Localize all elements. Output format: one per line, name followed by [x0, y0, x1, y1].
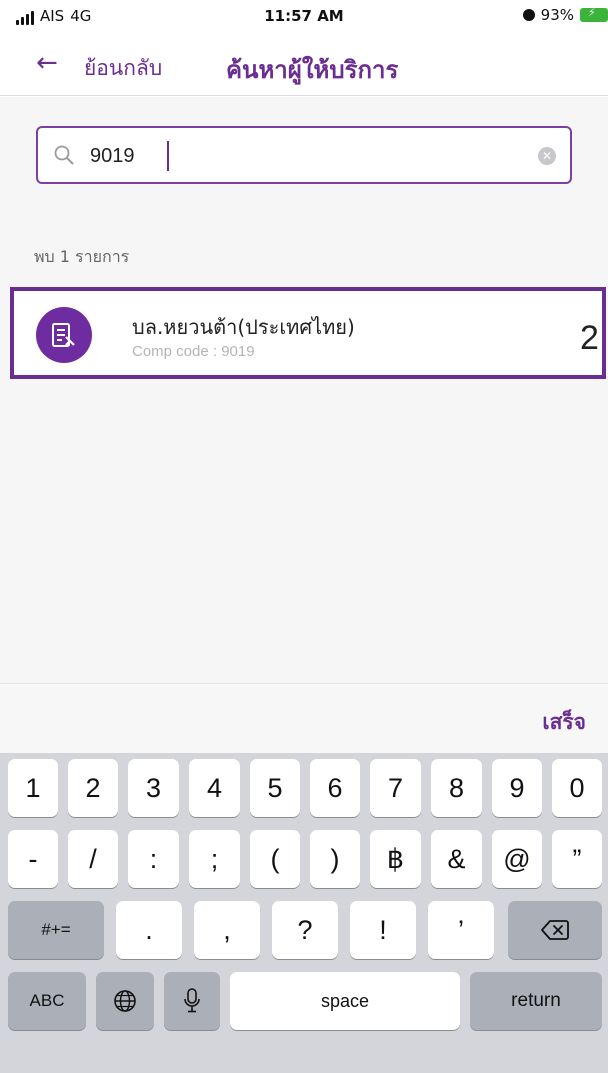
search-box[interactable]: ✕ [36, 126, 572, 184]
key-4[interactable]: 4 [189, 759, 240, 817]
abc-key[interactable]: ABC [8, 972, 86, 1030]
key-2[interactable]: 2 [68, 759, 118, 817]
key-hyphen[interactable]: - [8, 830, 58, 888]
list-item[interactable]: บล.หยวนต้า(ประเทศไทย) Comp code : 9019 2 [10, 287, 606, 379]
key-8[interactable]: 8 [431, 759, 482, 817]
key-ampersand[interactable]: & [431, 830, 482, 888]
page-title: ค้นหาผู้ให้บริการ [226, 56, 399, 84]
status-right: 93% [522, 6, 608, 24]
key-open-paren[interactable]: ( [250, 830, 300, 888]
document-icon [52, 323, 75, 347]
clear-icon[interactable]: ✕ [538, 147, 556, 165]
key-period[interactable]: . [116, 901, 182, 959]
key-close-paren[interactable]: ) [310, 830, 360, 888]
key-quote[interactable]: ” [552, 830, 602, 888]
backspace-icon [541, 920, 569, 940]
nav-bar: ← ย้อนกลับ ค้นหาผู้ให้บริการ [0, 34, 608, 96]
results-list: บล.หยวนต้า(ประเทศไทย) Comp code : 9019 2 [0, 283, 608, 683]
key-question[interactable]: ? [272, 901, 338, 959]
item-marker: 2 [580, 319, 599, 357]
key-9[interactable]: 9 [492, 759, 542, 817]
key-3[interactable]: 3 [128, 759, 179, 817]
key-apostrophe[interactable]: ’ [428, 901, 494, 959]
globe-key[interactable] [96, 972, 154, 1030]
key-colon[interactable]: : [128, 830, 179, 888]
symbols-key[interactable]: #+= [8, 901, 104, 959]
provider-avatar [36, 307, 92, 363]
key-exclamation[interactable]: ! [350, 901, 416, 959]
key-slash[interactable]: / [68, 830, 118, 888]
done-button[interactable]: เสร็จ [542, 706, 586, 739]
clock: 11:57 AM [264, 7, 344, 25]
back-button[interactable]: ย้อนกลับ [84, 52, 162, 85]
provider-name: บล.หยวนต้า(ประเทศไทย) [132, 315, 355, 339]
alarm-icon [522, 9, 535, 21]
backspace-key[interactable] [508, 901, 602, 959]
battery-percent: 93% [540, 6, 574, 24]
globe-icon [114, 990, 136, 1012]
key-1[interactable]: 1 [8, 759, 58, 817]
return-key[interactable]: return [470, 972, 602, 1030]
search-icon [54, 145, 74, 165]
status-bar: AIS 4G 11:57 AM 93% [0, 0, 608, 34]
back-arrow-icon[interactable]: ← [36, 46, 58, 80]
key-6[interactable]: 6 [310, 759, 360, 817]
keyboard: 1 2 3 4 5 6 7 8 9 0 - / : ; ( ) ฿ & @ ” … [0, 753, 608, 1073]
text-caret [167, 141, 169, 171]
results-header: พบ 1 รายการ [0, 215, 608, 283]
keyboard-accessory-bar: เสร็จ [0, 683, 608, 753]
key-baht[interactable]: ฿ [370, 830, 421, 888]
search-area: ✕ [0, 97, 608, 215]
search-input[interactable] [90, 142, 530, 170]
key-5[interactable]: 5 [250, 759, 300, 817]
key-0[interactable]: 0 [552, 759, 602, 817]
key-semicolon[interactable]: ; [189, 830, 240, 888]
microphone-icon [184, 988, 200, 1013]
key-at[interactable]: @ [492, 830, 542, 888]
dictation-key[interactable] [164, 972, 220, 1030]
key-comma[interactable]: , [194, 901, 260, 959]
provider-code: Comp code : 9019 [132, 343, 255, 360]
key-7[interactable]: 7 [370, 759, 421, 817]
space-key[interactable]: space [230, 972, 460, 1030]
results-count: พบ 1 รายการ [34, 247, 130, 266]
battery-icon [580, 6, 608, 22]
